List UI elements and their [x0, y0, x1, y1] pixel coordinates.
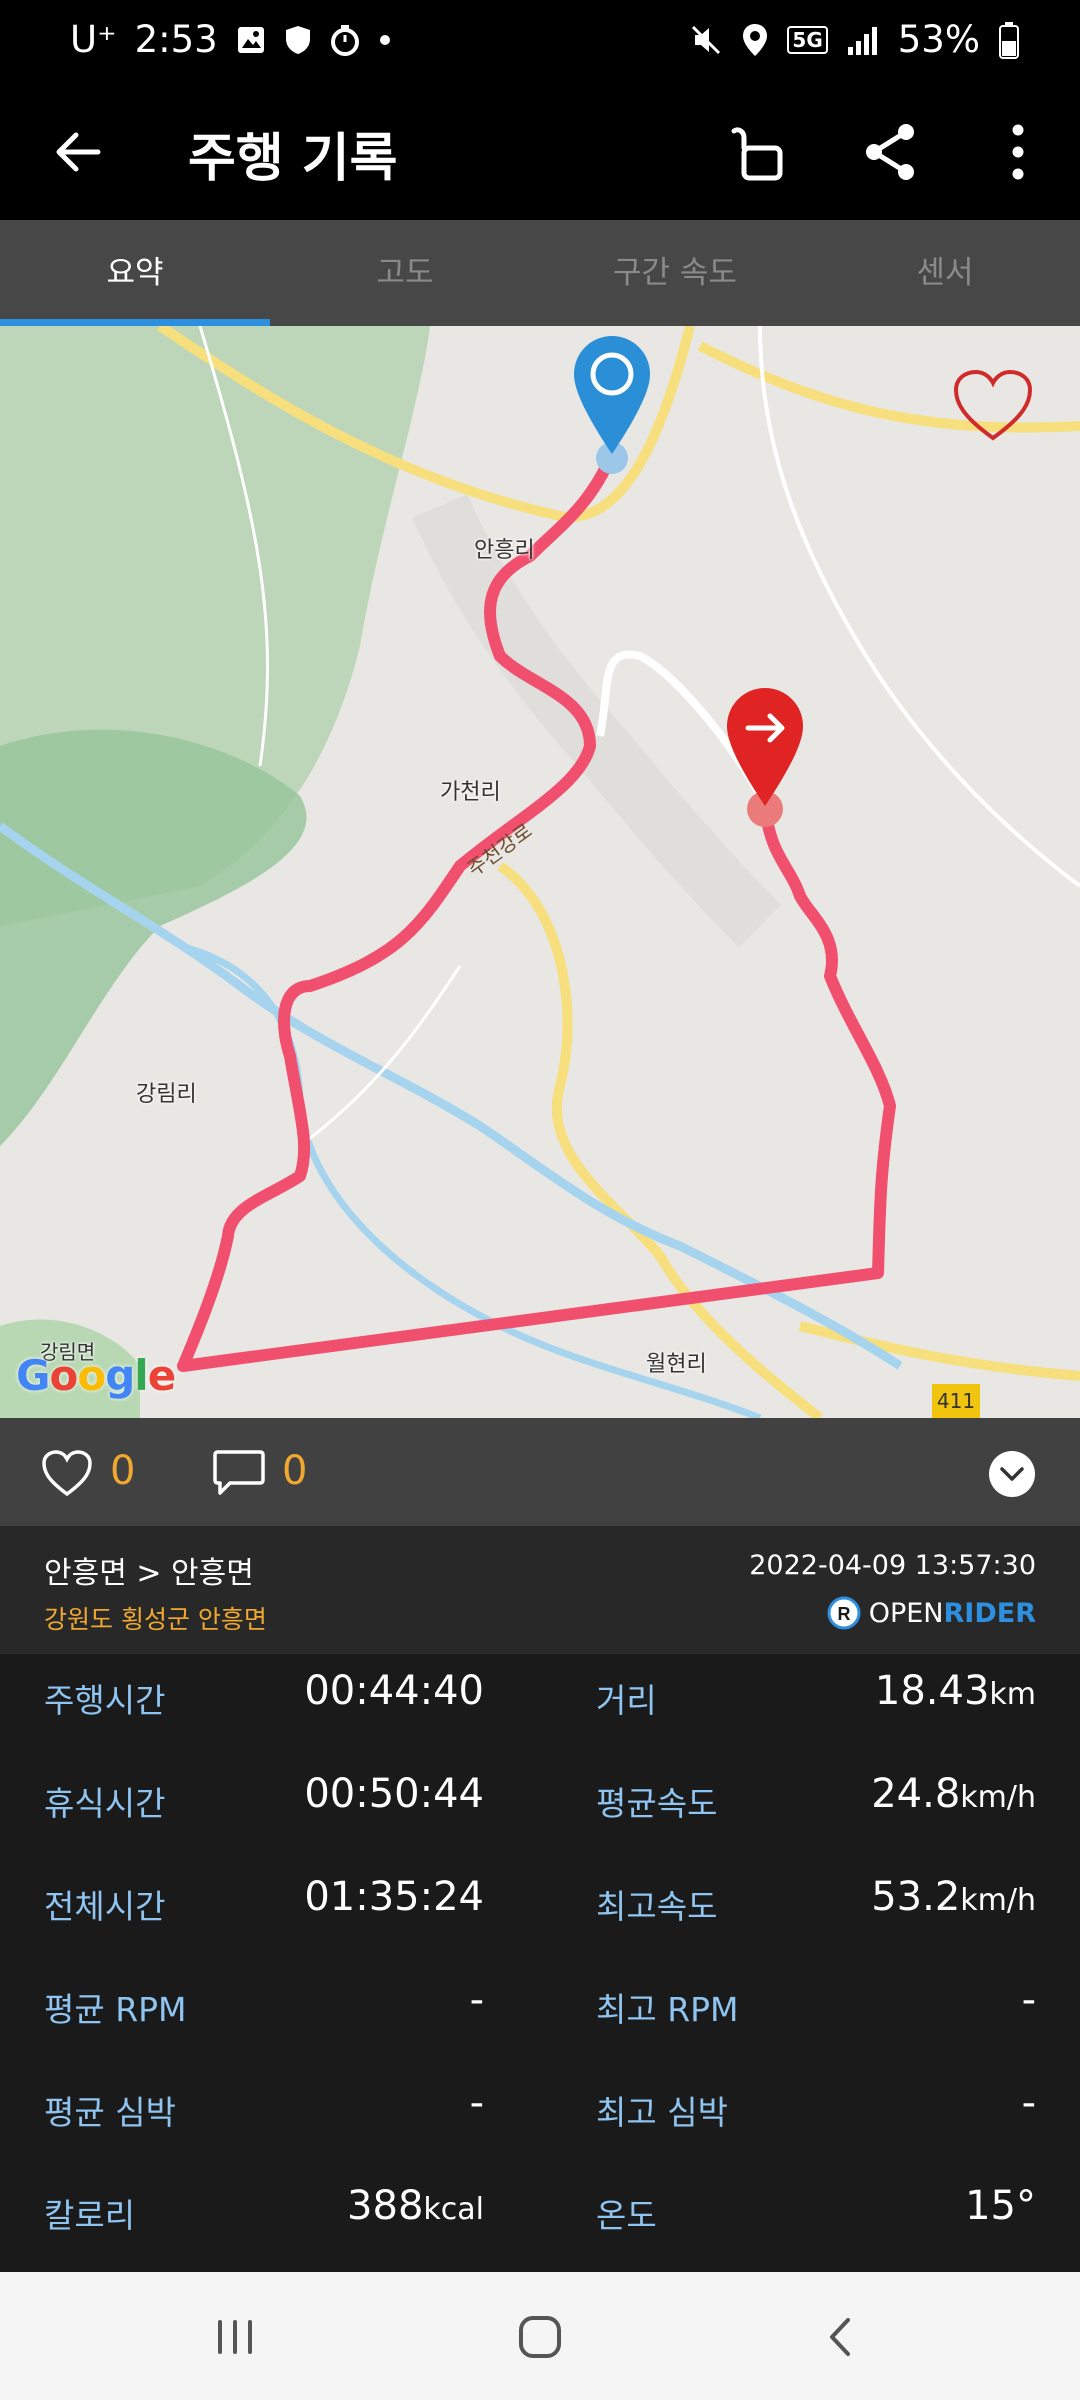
- dot-icon: [379, 34, 390, 45]
- stat-label: 온도: [596, 2196, 657, 2235]
- stat-max-speed: 최고속도 53.2km/h: [596, 1860, 1036, 1960]
- map-canvas: [0, 326, 1080, 1418]
- svg-text:R: R: [837, 1604, 850, 1624]
- unlock-icon[interactable]: [728, 118, 796, 186]
- chevron-down-icon[interactable]: [988, 1450, 1036, 1498]
- back-nav-icon[interactable]: [806, 2302, 876, 2372]
- openrider-icon: R: [827, 1596, 861, 1630]
- stat-distance: 거리 18.43km: [596, 1654, 1036, 1754]
- tab-elevation[interactable]: 고도: [270, 220, 540, 326]
- stat-value: 00:44:40: [304, 1668, 484, 1714]
- tab-section-speed[interactable]: 구간 속도: [540, 220, 810, 326]
- stat-value: 53.2: [871, 1874, 961, 1920]
- google-logo: Google: [16, 1351, 176, 1400]
- carrier-label: U⁺: [70, 18, 117, 61]
- location-icon: [743, 23, 768, 56]
- system-nav-bar: [0, 2272, 1080, 2400]
- stat-avg-speed: 평균속도 24.8km/h: [596, 1757, 1036, 1857]
- brand-open: OPEN: [868, 1597, 944, 1629]
- stat-total-time: 전체시간 01:35:24: [44, 1860, 484, 1960]
- stat-value-wrap: 18.43km: [875, 1668, 1036, 1714]
- stat-label: 평균 RPM: [44, 1990, 187, 2029]
- stat-unit: kcal: [423, 2192, 484, 2227]
- stat-value: 01:35:24: [304, 1874, 484, 1920]
- favorite-heart-icon[interactable]: [952, 368, 1034, 444]
- stat-label: 거리: [596, 1681, 657, 1720]
- app-bar: 주행 기록: [0, 88, 1080, 220]
- stat-label: 휴식시간: [44, 1784, 166, 1823]
- stat-rest-time: 휴식시간 00:50:44: [44, 1757, 484, 1857]
- page-title: 주행 기록: [188, 129, 398, 189]
- mute-icon: [692, 25, 721, 54]
- stat-value: 388: [347, 2183, 424, 2229]
- stat-avg-rpm: 평균 RPM -: [44, 1963, 484, 2063]
- stat-value: -: [469, 1977, 484, 2023]
- place-label-anheung: 안흥리: [474, 538, 535, 563]
- like-count: 0: [110, 1448, 136, 1494]
- stat-value-wrap: 53.2km/h: [871, 1874, 1036, 1920]
- stat-value: -: [1021, 2080, 1036, 2126]
- stat-avg-heart-rate: 평균 심박 -: [44, 2066, 484, 2166]
- stat-unit: km/h: [960, 1883, 1036, 1918]
- comment-icon[interactable]: [212, 1448, 266, 1498]
- status-bar: U⁺ 2:53 5G 53%: [0, 0, 1080, 88]
- route-number-badge: 411: [936, 1389, 976, 1413]
- home-icon[interactable]: [505, 2302, 575, 2372]
- route-title: 안흥면 > 안흥면: [44, 1556, 254, 1591]
- route-map[interactable]: 안흥리 가천리 강림리 월현리 강림면 주천강로 411 Google: [0, 326, 1080, 1418]
- network-label: 5G: [787, 25, 828, 54]
- place-label-wolhyeon: 월현리: [646, 1352, 707, 1377]
- brand-rider: RIDER: [943, 1597, 1036, 1629]
- stat-value: -: [469, 2080, 484, 2126]
- like-heart-icon[interactable]: [40, 1448, 94, 1498]
- stat-value-wrap: 24.8km/h: [871, 1771, 1036, 1817]
- stat-value: 24.8: [871, 1771, 961, 1817]
- stat-label: 평균속도: [596, 1784, 718, 1823]
- stat-max-rpm: 최고 RPM -: [596, 1963, 1036, 2063]
- openrider-logo: R OPENRIDER: [827, 1596, 1036, 1630]
- back-arrow-icon[interactable]: [48, 122, 108, 182]
- tab-bar: 요약 고도 구간 속도 센서: [0, 220, 1080, 326]
- place-label-gacheon: 가천리: [440, 780, 501, 805]
- share-icon[interactable]: [856, 118, 924, 186]
- tab-sensor[interactable]: 센서: [810, 220, 1080, 326]
- stat-unit: km: [989, 1677, 1036, 1712]
- active-tab-indicator: [0, 319, 270, 326]
- more-options-icon[interactable]: [984, 118, 1052, 186]
- battery-icon: [999, 21, 1019, 59]
- stat-value: -: [1021, 1977, 1036, 2023]
- stats-panel: 주행시간 00:44:40 거리 18.43km 휴식시간 00:50:44 평…: [0, 1654, 1080, 2272]
- stat-label: 최고 심박: [596, 2093, 728, 2132]
- social-bar: 0 0: [0, 1418, 1080, 1526]
- stat-ride-time: 주행시간 00:44:40: [44, 1654, 484, 1754]
- ride-info: 안흥면 > 안흥면 강원도 횡성군 안흥면 2022-04-09 13:57:3…: [0, 1526, 1080, 1654]
- stat-unit: km/h: [960, 1780, 1036, 1815]
- stat-value-wrap: 388kcal: [347, 2183, 484, 2229]
- clock: 2:53: [134, 18, 218, 61]
- recent-apps-icon[interactable]: [200, 2302, 270, 2372]
- place-label-gangnim: 강림리: [136, 1082, 197, 1107]
- shield-icon: [285, 25, 310, 54]
- signal-icon: [847, 26, 877, 55]
- stat-label: 칼로리: [44, 2196, 136, 2235]
- gallery-icon: [237, 26, 264, 53]
- stat-label: 최고속도: [596, 1887, 718, 1926]
- stat-label: 주행시간: [44, 1681, 166, 1720]
- stat-label: 평균 심박: [44, 2093, 176, 2132]
- stat-value: 18.43: [874, 1668, 990, 1714]
- stat-calories: 칼로리 388kcal: [44, 2169, 484, 2269]
- stat-value: 00:50:44: [304, 1771, 484, 1817]
- region-label: 강원도 횡성군 안흥면: [44, 1605, 267, 1634]
- stat-value: 15°: [965, 2183, 1036, 2229]
- timer-icon: [330, 24, 359, 56]
- comment-count: 0: [282, 1448, 308, 1494]
- stat-temperature: 온도 15°: [596, 2169, 1036, 2269]
- stat-label: 최고 RPM: [596, 1990, 739, 2029]
- battery-percent: 53%: [897, 18, 980, 61]
- tab-summary[interactable]: 요약: [0, 220, 270, 326]
- stat-label: 전체시간: [44, 1887, 166, 1926]
- stat-max-heart-rate: 최고 심박 -: [596, 2066, 1036, 2166]
- ride-datetime: 2022-04-09 13:57:30: [749, 1550, 1036, 1581]
